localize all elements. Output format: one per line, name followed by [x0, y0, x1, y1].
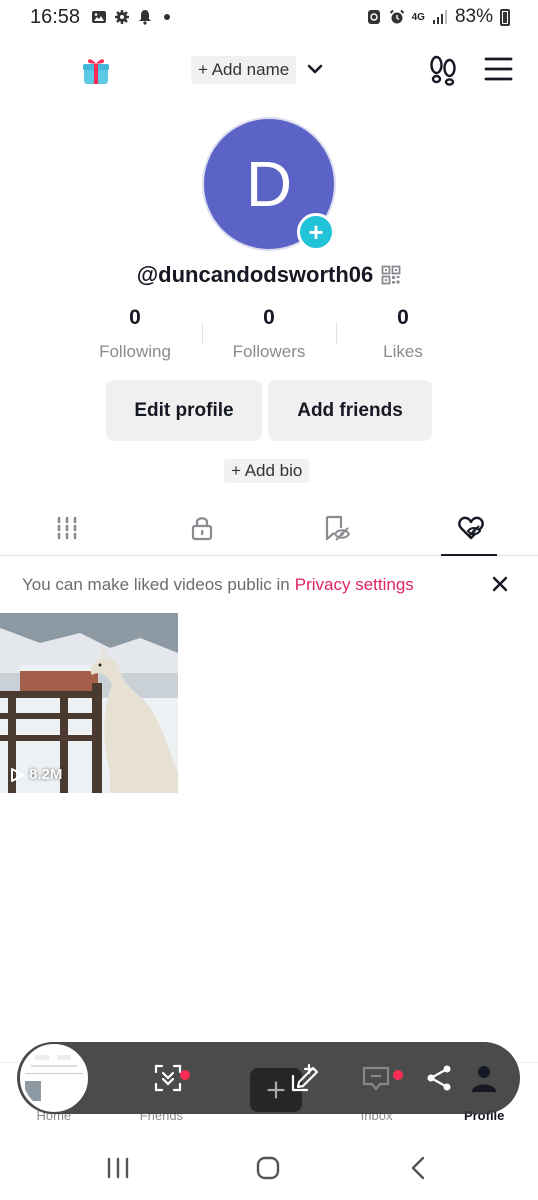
more-notifications-dot	[164, 14, 171, 20]
stat-following-label: Following	[99, 342, 171, 361]
share-icon	[427, 1065, 451, 1091]
notification-bell-icon	[139, 10, 152, 25]
battery-icon	[500, 8, 510, 26]
status-right: 4G 83%	[366, 6, 510, 28]
play-icon	[11, 767, 24, 782]
grid-icon	[57, 516, 77, 539]
inbox-icon	[362, 1066, 390, 1091]
data-saver-icon	[367, 10, 380, 24]
profile-nav-icon-button[interactable]	[466, 1060, 502, 1096]
tab-private[interactable]	[135, 500, 270, 555]
notice-text: You can make liked videos public in	[22, 575, 290, 594]
status-bar: 16:58 4G 83%	[0, 0, 538, 34]
bookmark-hidden-icon	[326, 515, 351, 541]
gallery-icon	[92, 11, 107, 23]
profile-stats: 0 Following 0 Followers 0 Likes	[68, 306, 470, 362]
menu-icon[interactable]	[484, 56, 513, 82]
inbox-button[interactable]	[358, 1060, 394, 1096]
network-type: 4G	[411, 11, 425, 23]
footprint-icon[interactable]	[428, 54, 458, 86]
screenshot-preview-image	[23, 1047, 85, 1109]
settings-icon	[115, 10, 130, 24]
username-row: @duncandodsworth06	[0, 262, 538, 288]
video-views: 8.2M	[9, 766, 62, 783]
stat-likes[interactable]: 0 Likes	[336, 306, 470, 362]
qr-code-icon[interactable]	[381, 265, 401, 285]
system-nav-bar	[0, 1140, 538, 1200]
stat-followers[interactable]: 0 Followers	[202, 306, 336, 362]
tab-videos[interactable]	[0, 500, 135, 555]
profile-header: + Add name	[0, 42, 538, 98]
share-button[interactable]	[421, 1060, 457, 1096]
draw-edit-icon	[291, 1063, 319, 1092]
battery-percent: 83%	[454, 6, 493, 27]
screenshot-preview-thumbnail[interactable]	[20, 1044, 88, 1112]
avatar-letter: D	[245, 148, 293, 220]
back-icon[interactable]	[405, 1154, 433, 1182]
close-icon[interactable]	[490, 574, 510, 594]
privacy-settings-link[interactable]: Privacy settings	[295, 575, 414, 595]
add-friends-button[interactable]: Add friends	[268, 380, 432, 441]
scroll-capture-icon	[154, 1064, 182, 1092]
home-icon[interactable]	[254, 1154, 282, 1182]
status-left: 16:58	[30, 5, 171, 29]
stat-following[interactable]: 0 Following	[68, 306, 202, 362]
chevron-down-icon[interactable]	[305, 59, 325, 79]
lock-icon	[191, 516, 212, 540]
stat-followers-count: 0	[263, 306, 275, 329]
person-icon	[472, 1066, 496, 1092]
alarm-icon	[389, 9, 404, 24]
plus-icon	[267, 1081, 285, 1099]
inbox-badge-dot	[393, 1070, 403, 1080]
edit-profile-button[interactable]: Edit profile	[106, 380, 262, 441]
username: @duncandodsworth06	[136, 262, 374, 287]
friends-badge-dot	[180, 1070, 190, 1080]
stat-likes-count: 0	[397, 306, 409, 329]
privacy-notice: You can make liked videos public in Priv…	[22, 570, 518, 600]
tab-favorites[interactable]	[269, 500, 404, 555]
add-avatar-button[interactable]: +	[297, 213, 335, 251]
signal-icon	[432, 10, 447, 24]
draw-edit-button[interactable]	[287, 1060, 323, 1096]
add-name-button[interactable]: + Add name	[191, 56, 297, 84]
profile-tabs	[0, 500, 538, 556]
stat-followers-label: Followers	[232, 342, 306, 361]
stat-following-count: 0	[129, 306, 141, 329]
gift-icon[interactable]	[80, 54, 112, 86]
add-bio-button[interactable]: + Add bio	[224, 459, 310, 483]
video-view-count: 8.2M	[29, 766, 63, 783]
stat-likes-label: Likes	[383, 342, 423, 361]
liked-hidden-icon	[457, 516, 484, 539]
recent-apps-icon[interactable]	[104, 1154, 132, 1182]
tab-liked[interactable]	[404, 500, 538, 556]
status-time: 16:58	[30, 5, 81, 28]
plus-icon: +	[308, 217, 324, 247]
